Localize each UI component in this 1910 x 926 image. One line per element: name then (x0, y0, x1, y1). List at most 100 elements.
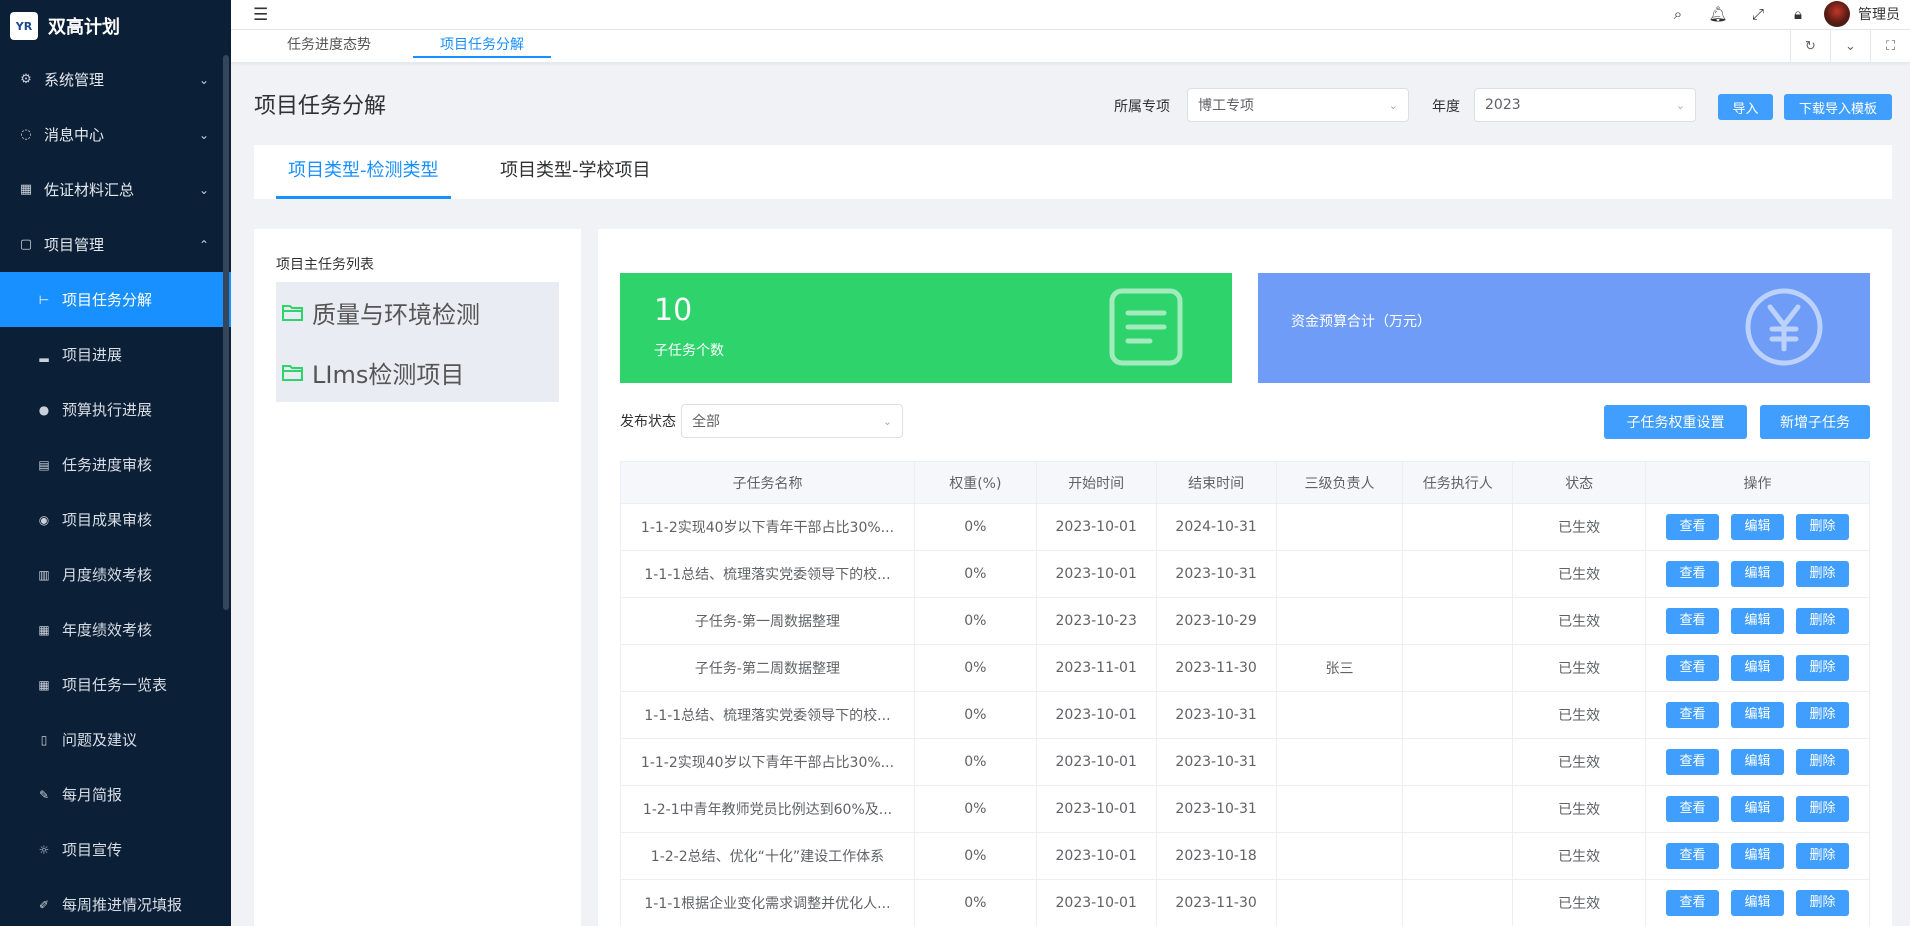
expand-icon[interactable]: ⛶ (1870, 30, 1910, 62)
folder-icon (282, 305, 303, 321)
sidebar-item-task-overview[interactable]: ▦ 项目任务一览表 (0, 657, 231, 712)
list-item[interactable]: LIms检测项目 (276, 342, 559, 402)
view-button[interactable]: 查看 (1666, 561, 1719, 587)
column-header[interactable]: 子任务名称 (620, 461, 915, 504)
sidebar-item-task-breakdown[interactable]: ⊢ 项目任务分解 (0, 272, 231, 327)
column-header[interactable]: 状态 (1512, 461, 1647, 504)
table-row: 子任务-第二周数据整理 0% 2023-11-01 2023-11-30 张三 已生效 查看… (620, 644, 1870, 692)
tab-school-project[interactable]: 项目类型-学校项目 (500, 145, 651, 199)
column-header[interactable]: 结束时间 (1155, 461, 1277, 504)
delete-button[interactable]: 删除 (1796, 655, 1849, 681)
edit-button[interactable]: 编辑 (1731, 561, 1784, 587)
fullscreen-icon[interactable]: ⤢ (1738, 5, 1778, 23)
list-table-icon: ▦ (38, 677, 50, 692)
sidebar-item-progress[interactable]: ▂ 项目进展 (0, 327, 231, 382)
column-header[interactable]: 三级负责人 (1275, 461, 1404, 504)
delete-button[interactable]: 删除 (1796, 749, 1849, 775)
calendar-icon: ▥ (38, 567, 50, 582)
publish-status-select[interactable]: 全部 ⌄ (681, 404, 903, 438)
delete-button[interactable]: 删除 (1796, 702, 1849, 728)
delete-button[interactable]: 删除 (1796, 796, 1849, 822)
sidebar-group-system[interactable]: ⚙ 系统管理 ⌄ (0, 52, 231, 107)
sidebar-item-budget[interactable]: ● 预算执行进展 (0, 382, 231, 437)
delete-button[interactable]: 删除 (1796, 561, 1849, 587)
cell-owner (1275, 832, 1404, 880)
tab-detection-type[interactable]: 项目类型-检测类型 (276, 145, 451, 199)
delete-button[interactable]: 删除 (1796, 843, 1849, 869)
refresh-icon[interactable]: ↻ (1790, 30, 1830, 62)
download-template-button[interactable]: 下载导入模板 (1784, 94, 1892, 120)
sidebar-item-result-review[interactable]: ◉ 项目成果审核 (0, 492, 231, 547)
sidebar-item-progress-review[interactable]: ▤ 任务进度审核 (0, 437, 231, 492)
edit-button[interactable]: 编辑 (1731, 749, 1784, 775)
view-button[interactable]: 查看 (1666, 890, 1719, 916)
admin-name[interactable]: 管理员 (1858, 4, 1900, 24)
cell-name: 1-1-2实现40岁以下青年干部占比30%... (620, 738, 915, 786)
view-button[interactable]: 查看 (1666, 843, 1719, 869)
cell-owner (1275, 785, 1404, 833)
delete-button[interactable]: 删除 (1796, 514, 1849, 540)
column-header[interactable]: 权重(%) (913, 461, 1037, 504)
tab-task-breakdown[interactable]: 项目任务分解 (413, 30, 551, 58)
cell-end: 2024-10-31 (1155, 503, 1277, 551)
search-icon[interactable]: ⌕ (1658, 5, 1698, 23)
edit-button[interactable]: 编辑 (1731, 608, 1784, 634)
edit-button[interactable]: 编辑 (1731, 796, 1784, 822)
view-button[interactable]: 查看 (1666, 749, 1719, 775)
weight-settings-button[interactable]: 子任务权重设置 (1604, 405, 1747, 439)
column-header[interactable]: 开始时间 (1035, 461, 1157, 504)
lock-icon[interactable]: 🔒︎ (1778, 5, 1818, 23)
gear-icon: ⚙ (20, 72, 32, 87)
column-header[interactable]: 操作 (1645, 461, 1870, 504)
sidebar-item-issues[interactable]: ▯ 问题及建议 (0, 712, 231, 767)
cell-start: 2023-10-01 (1035, 550, 1157, 598)
sidebar-group-evidence[interactable]: ▦ 佐证材料汇总 ⌄ (0, 162, 231, 217)
add-subtask-button[interactable]: 新增子任务 (1760, 405, 1870, 439)
bell-icon[interactable]: 🔔︎ (1698, 5, 1738, 23)
cell-status: 已生效 (1512, 644, 1647, 692)
project-type-tabs: 项目类型-检测类型 项目类型-学校项目 (254, 145, 1892, 199)
cell-start: 2023-11-01 (1035, 644, 1157, 692)
sidebar-scrollbar[interactable] (223, 55, 229, 610)
cell-executor (1402, 691, 1514, 739)
chevron-down-icon[interactable]: ⌄ (1830, 30, 1870, 62)
edit-button[interactable]: 编辑 (1731, 843, 1784, 869)
delete-button[interactable]: 删除 (1796, 890, 1849, 916)
special-select[interactable]: 博工专项 ⌄ (1187, 88, 1409, 122)
cell-actions: 查看 编辑 删除 (1645, 785, 1870, 833)
subtask-count-caption: 子任务个数 (654, 343, 724, 359)
main-task-list: 质量与环境检测 LIms检测项目 (276, 282, 559, 402)
table-row: 1-2-1中青年教师党员比例达到60%及... 0% 2023-10-01 2023-… (620, 785, 1870, 833)
view-button[interactable]: 查看 (1666, 514, 1719, 540)
view-button[interactable]: 查看 (1666, 702, 1719, 728)
sidebar-group-messages[interactable]: ◌ 消息中心 ⌄ (0, 107, 231, 162)
sidebar-group-project[interactable]: ▢ 项目管理 ⌃ (0, 217, 231, 272)
edit-button[interactable]: 编辑 (1731, 702, 1784, 728)
cell-owner (1275, 879, 1404, 926)
cell-weight: 0% (913, 785, 1037, 833)
document-icon: ▤ (38, 457, 50, 472)
tab-task-trend[interactable]: 任务进度态势 (287, 30, 371, 58)
edit-button[interactable]: 编辑 (1731, 514, 1784, 540)
sidebar-item-annual-performance[interactable]: ▦ 年度绩效考核 (0, 602, 231, 657)
edit-button[interactable]: 编辑 (1731, 890, 1784, 916)
view-button[interactable]: 查看 (1666, 796, 1719, 822)
edit-button[interactable]: 编辑 (1731, 655, 1784, 681)
import-button[interactable]: 导入 (1718, 94, 1773, 120)
list-item[interactable]: 质量与环境检测 (276, 282, 559, 342)
view-button[interactable]: 查看 (1666, 608, 1719, 634)
cell-status: 已生效 (1512, 597, 1647, 645)
main-task-panel: 项目主任务列表 质量与环境检测 LIms检测项目 (254, 229, 581, 926)
cell-executor (1402, 738, 1514, 786)
column-header[interactable]: 任务执行人 (1402, 461, 1514, 504)
sidebar-item-publicity[interactable]: ☼ 项目宣传 (0, 822, 231, 877)
avatar[interactable] (1824, 1, 1850, 27)
view-button[interactable]: 查看 (1666, 655, 1719, 681)
year-select[interactable]: 2023 ⌄ (1474, 88, 1696, 122)
sidebar-item-monthly-brief[interactable]: ✎ 每月简报 (0, 767, 231, 822)
sidebar-item-weekly-report[interactable]: ✐ 每周推进情况填报 (0, 877, 231, 926)
delete-button[interactable]: 删除 (1796, 608, 1849, 634)
app-brand[interactable]: YR 双高计划 (0, 0, 231, 52)
menu-toggle-icon[interactable]: ☰ (253, 5, 268, 25)
sidebar-item-monthly-performance[interactable]: ▥ 月度绩效考核 (0, 547, 231, 602)
